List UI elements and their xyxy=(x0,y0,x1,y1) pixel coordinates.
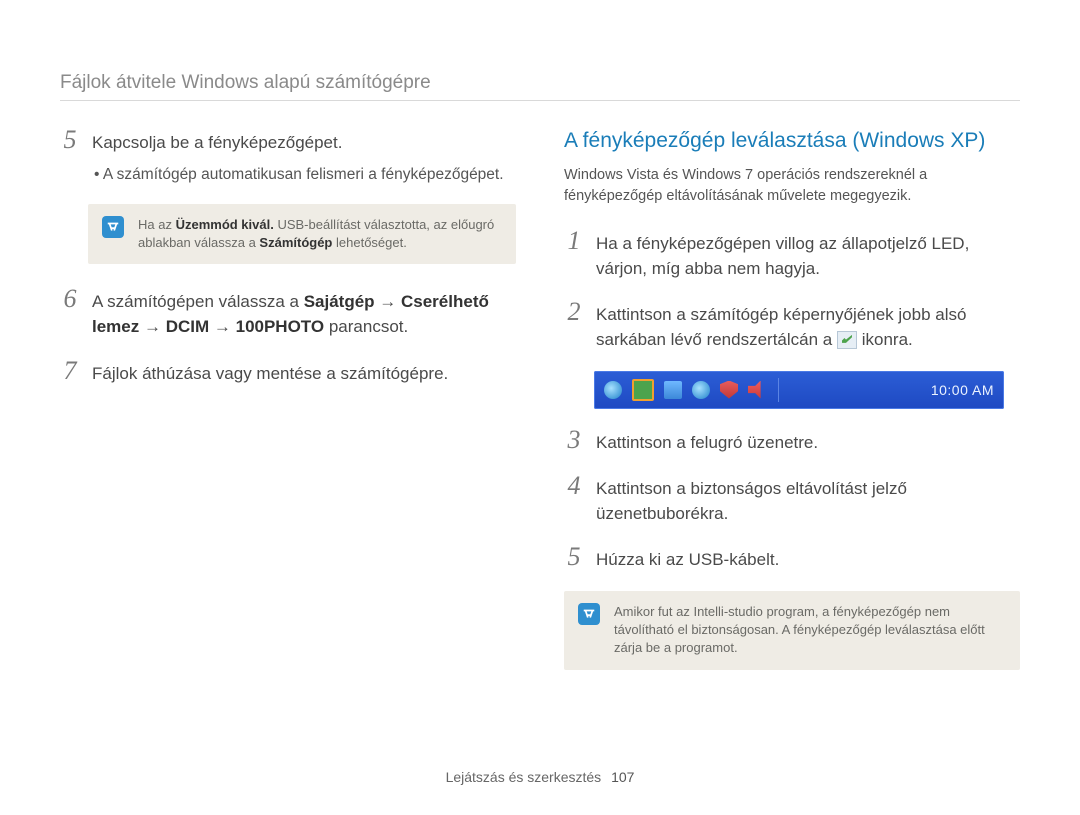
tray-clock: 10:00 AM xyxy=(931,382,994,398)
step-5: 5 Kapcsolja be a fényképezőgépet. A szám… xyxy=(60,127,516,186)
column-right: A fényképezőgép leválasztása (Windows XP… xyxy=(564,127,1020,692)
substep: A számítógép automatikusan felismeri a f… xyxy=(92,164,504,186)
r-step-4: 4 Kattintson a biztonságos eltávolítást … xyxy=(564,473,1020,526)
step-7: 7 Fájlok áthúzása vagy mentése a számító… xyxy=(60,358,516,387)
tray-separator xyxy=(778,378,779,402)
step-text: Kapcsolja be a fényképezőgépet. xyxy=(92,133,342,152)
note-icon xyxy=(578,603,600,625)
note-box: Ha az Üzemmód kivál. USB-beállítást vála… xyxy=(88,204,516,264)
step-number: 7 xyxy=(60,358,80,387)
note-box: Amikor fut az Intelli-studio program, a … xyxy=(564,591,1020,670)
step-number: 6 xyxy=(60,286,80,339)
column-left: 5 Kapcsolja be a fényképezőgépet. A szám… xyxy=(60,127,516,692)
r-step-2: 2 Kattintson a számítógép képernyőjének … xyxy=(564,299,1020,352)
footer-section: Lejátszás és szerkesztés xyxy=(446,769,602,785)
step-text: Fájlok áthúzása vagy mentése a számítógé… xyxy=(92,358,448,387)
step-text: Kattintson a felugró üzenetre. xyxy=(596,427,818,456)
note-text: Amikor fut az Intelli-studio program, a … xyxy=(614,603,1006,658)
r-step-3: 3 Kattintson a felugró üzenetre. xyxy=(564,427,1020,456)
page-footer: Lejátszás és szerkesztés 107 xyxy=(0,769,1080,785)
globe-icon xyxy=(604,381,622,399)
section-heading: A fényképezőgép leválasztása (Windows XP… xyxy=(564,127,1020,155)
shield-icon xyxy=(720,381,738,399)
page-number: 107 xyxy=(611,769,634,785)
step-number: 3 xyxy=(564,427,584,456)
globe-icon xyxy=(692,381,710,399)
step-number: 1 xyxy=(564,228,584,281)
step-body: A számítógépen válassza a Sajátgép → Cse… xyxy=(92,286,516,339)
safely-remove-icon xyxy=(837,331,857,349)
volume-icon xyxy=(748,381,766,399)
step-number: 5 xyxy=(564,544,584,573)
manual-page: Fájlok átvitele Windows alapú számítógép… xyxy=(60,0,1020,692)
r-step-1: 1 Ha a fényképezőgépen villog az állapot… xyxy=(564,228,1020,281)
step-number: 4 xyxy=(564,473,584,526)
note-icon xyxy=(102,216,124,238)
step-number: 5 xyxy=(60,127,80,186)
step-text: Kattintson a biztonságos eltávolítást je… xyxy=(596,473,1020,526)
step-body: Kattintson a számítógép képernyőjének jo… xyxy=(596,299,1020,352)
step-number: 2 xyxy=(564,299,584,352)
safely-remove-highlighted-icon[interactable] xyxy=(632,379,654,401)
network-icon xyxy=(664,381,682,399)
step-body: Kapcsolja be a fényképezőgépet. A számít… xyxy=(92,127,504,186)
section-intro: Windows Vista és Windows 7 operációs ren… xyxy=(564,165,1020,206)
step-text: Húzza ki az USB-kábelt. xyxy=(596,544,779,573)
two-column-layout: 5 Kapcsolja be a fényképezőgépet. A szám… xyxy=(60,127,1020,692)
note-text: Ha az Üzemmód kivál. USB-beállítást vála… xyxy=(138,216,502,252)
page-header-title: Fájlok átvitele Windows alapú számítógép… xyxy=(60,72,1020,94)
r-step-5: 5 Húzza ki az USB-kábelt. xyxy=(564,544,1020,573)
windows-xp-systray: 10:00 AM xyxy=(594,371,1004,409)
step-6: 6 A számítógépen válassza a Sajátgép → C… xyxy=(60,286,516,339)
header-divider xyxy=(60,100,1020,101)
step-text: Ha a fényképezőgépen villog az állapotje… xyxy=(596,228,1020,281)
